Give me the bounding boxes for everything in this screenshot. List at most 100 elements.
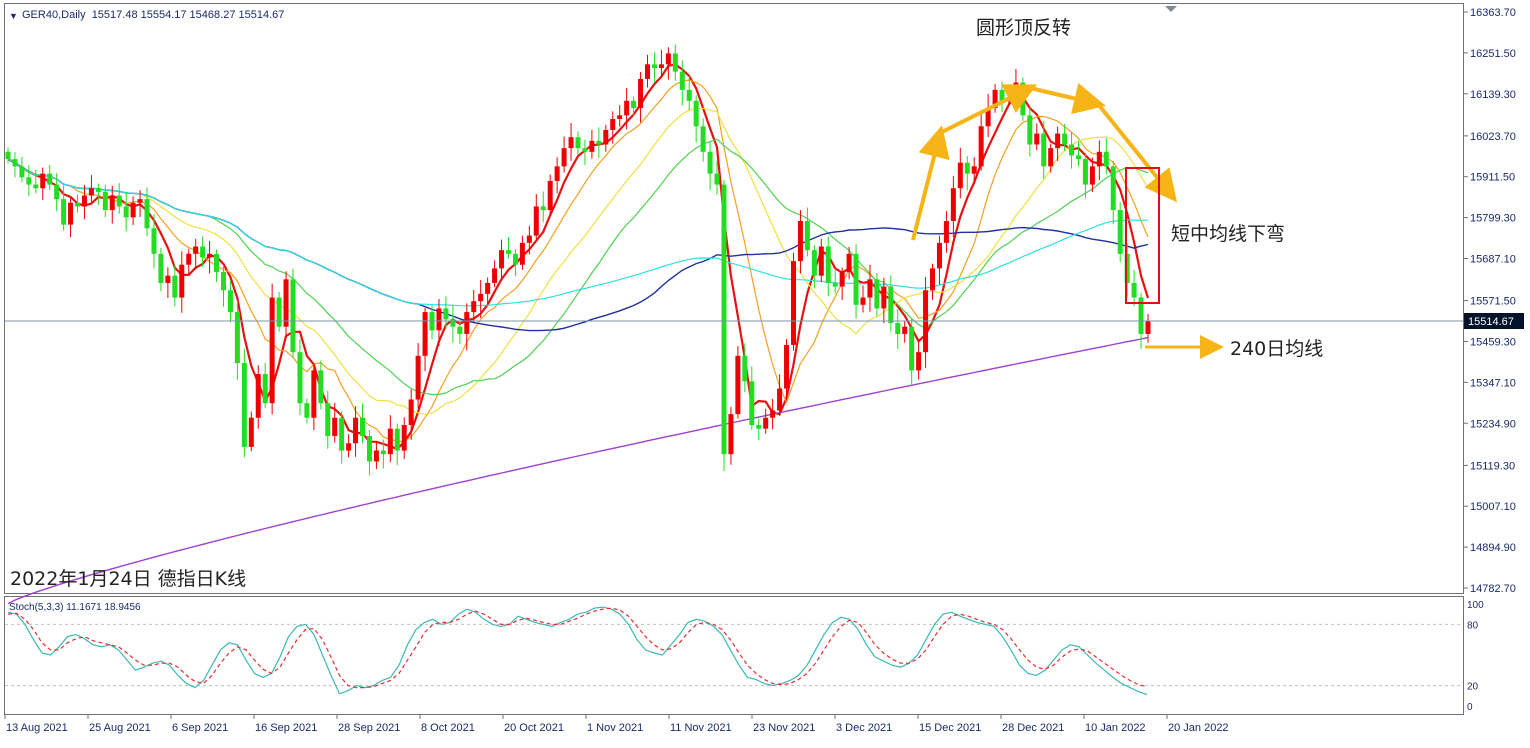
candle-body (1103, 151, 1109, 167)
time-tick-label: 6 Sep 2021 (172, 722, 228, 734)
price-tick-label: 16251.50 (1470, 48, 1516, 60)
candle-body (874, 279, 880, 309)
time-tick-label: 10 Jan 2022 (1085, 722, 1146, 734)
candle-body (33, 184, 39, 189)
time-tick-label: 20 Jan 2022 (1168, 722, 1229, 734)
current-price-label: 15514.67 (1468, 316, 1514, 328)
candle-body (797, 221, 803, 262)
candle-body (1117, 210, 1123, 254)
candle-body (311, 370, 317, 418)
candle-body (61, 199, 67, 225)
candle-body (401, 425, 407, 451)
candle-body (686, 89, 692, 101)
candle-body (360, 417, 366, 436)
price-tick-label: 15347.10 (1470, 377, 1516, 389)
price-tick-label: 15687.10 (1470, 254, 1516, 266)
candle-body (464, 312, 470, 334)
candle-body (693, 100, 699, 127)
ma240-label: 240日均线 (1230, 338, 1323, 360)
candle-body (589, 140, 595, 152)
candle-body (957, 162, 963, 189)
price-axis: 16363.70 16251.50 16139.30 16023.70 15911.50… (1463, 7, 1516, 595)
candle-body (1131, 282, 1137, 298)
candle-body (658, 64, 664, 68)
price-tick-label: 14894.90 (1470, 542, 1516, 554)
time-tick-label: 28 Sep 2021 (338, 722, 400, 734)
candle-body (436, 308, 442, 331)
candle-body (471, 301, 477, 313)
candle-body (214, 253, 220, 273)
candle-body (575, 137, 581, 149)
candle-body (68, 202, 74, 225)
corner-caption: 2022年1月24日 德指日K线 (10, 568, 246, 590)
time-tick-label: 16 Sep 2021 (255, 722, 317, 734)
candle-body (297, 352, 303, 404)
candle-body (1082, 159, 1088, 185)
candle-body (811, 250, 817, 276)
candle-body (269, 297, 275, 404)
candle-body (617, 115, 623, 120)
candle-body (665, 53, 671, 65)
candle-body (825, 246, 831, 283)
candle-body (220, 272, 226, 291)
candle-body (638, 78, 644, 109)
time-tick-label: 13 Aug 2021 (6, 722, 68, 734)
candle-body (568, 137, 574, 149)
candle-body (40, 173, 46, 189)
candle-body (1096, 151, 1102, 167)
stoch-level-label: 80 (1467, 620, 1479, 631)
rounded-top-label: 圆形顶反转 (976, 17, 1071, 39)
candle-body (930, 268, 936, 291)
candle-body (415, 355, 421, 400)
candle-body (1020, 82, 1026, 116)
candle-body (1055, 133, 1061, 149)
candle-body (742, 355, 748, 382)
candle-body (179, 264, 185, 298)
price-tick-label: 15119.30 (1470, 460, 1515, 472)
price-tick-label: 15459.30 (1470, 336, 1516, 348)
candle-body (950, 188, 956, 222)
candle-body (12, 159, 18, 167)
candle-body (457, 326, 463, 334)
candle-body (582, 148, 588, 152)
candle-body (366, 435, 372, 462)
candle-body (234, 312, 240, 364)
candle-body (88, 188, 94, 196)
candle-body (5, 151, 11, 160)
candle-body (804, 221, 810, 251)
candle-body (394, 428, 400, 451)
candle-body (116, 195, 122, 207)
price-chart: 16363.70 16251.50 16139.30 16023.70 15911.50… (0, 0, 1530, 744)
chart-window: 16363.70 16251.50 16139.30 16023.70 15911.50… (0, 0, 1530, 744)
candle-body (916, 352, 922, 371)
candle-body (679, 71, 685, 90)
candle-body (714, 173, 720, 185)
candle-body (1069, 144, 1075, 156)
candle-body (943, 221, 949, 243)
symbol-arrow-icon: ▼ (9, 11, 18, 21)
time-tick-label: 25 Aug 2021 (89, 722, 151, 734)
candle-body (109, 195, 115, 211)
candle-body (784, 344, 790, 389)
candle-body (19, 166, 25, 178)
candle-body (1034, 133, 1040, 145)
candle-body (749, 381, 755, 426)
candle-body (700, 126, 706, 152)
candle-body (255, 374, 261, 418)
candle-body (227, 290, 233, 313)
candle-body (130, 202, 136, 218)
price-tick-label: 15799.30 (1470, 213, 1516, 225)
candle-body (485, 282, 491, 294)
candle-body (728, 414, 734, 455)
candle-body (964, 162, 970, 174)
candle-body (387, 428, 393, 455)
candle-body (276, 297, 282, 327)
candle-body (137, 199, 143, 203)
candle-body (672, 53, 678, 72)
candle-body (763, 417, 769, 429)
candle-body (971, 166, 977, 174)
candle-body (603, 129, 609, 145)
candle-body (554, 166, 560, 181)
candle-body (443, 308, 449, 320)
candle-body (304, 403, 310, 418)
